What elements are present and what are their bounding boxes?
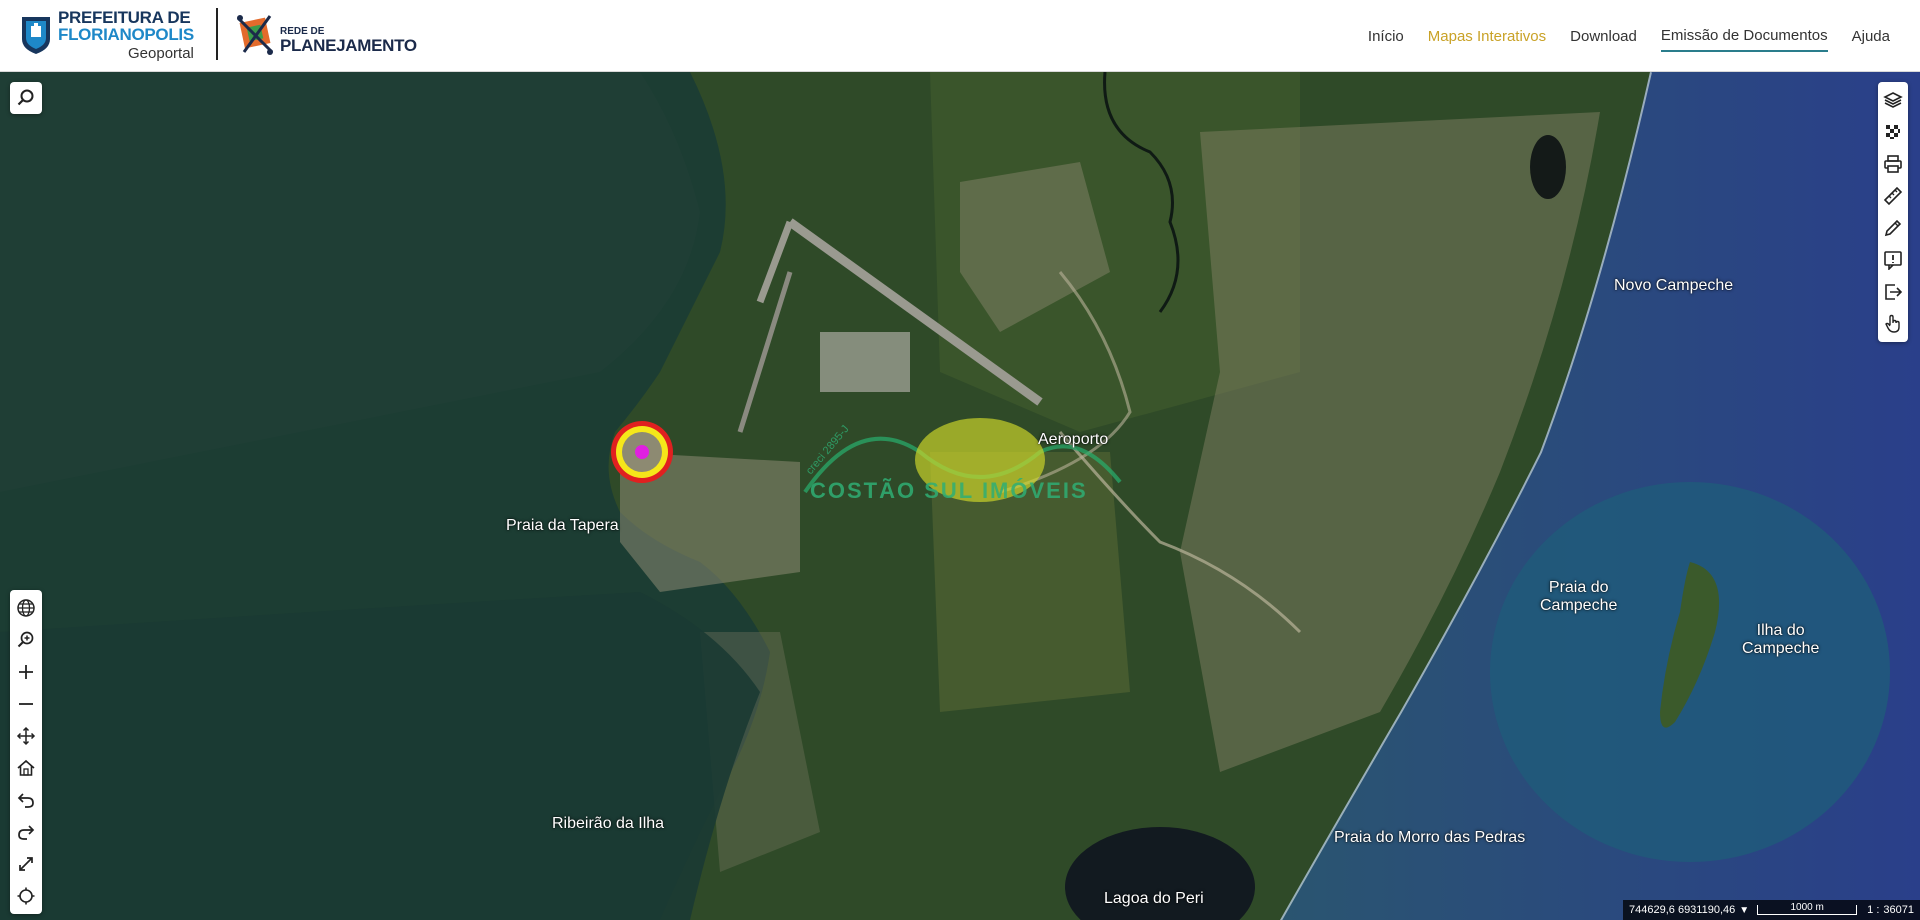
zoom-out-icon — [19, 703, 33, 705]
geoportal-subtitle: Geoportal — [128, 45, 194, 62]
report-button[interactable] — [1878, 244, 1908, 276]
export-button[interactable] — [1878, 276, 1908, 308]
marker-center — [635, 445, 649, 459]
logo-divider — [216, 8, 218, 60]
rotate-icon — [17, 887, 35, 905]
pencil-icon — [1884, 219, 1902, 237]
rede-title-line1: REDE DE — [280, 25, 325, 37]
identify-button[interactable] — [1878, 308, 1908, 340]
label-praia-tapera: Praia da Tapera — [506, 517, 619, 534]
undo-button[interactable] — [11, 784, 41, 816]
label-morro-pedras: Praia do Morro das Pedras — [1334, 829, 1526, 846]
fullscreen-icon — [19, 857, 33, 871]
main-nav: Início Mapas Interativos Download Emissã… — [1344, 0, 1890, 72]
redo-icon — [18, 825, 35, 840]
label-ilha-campeche: Ilha do Campeche — [1742, 622, 1819, 659]
print-button[interactable] — [1878, 148, 1908, 180]
left-toolbar — [10, 590, 42, 914]
rede-logo-icon — [236, 15, 274, 55]
label-ilha-campeche-line1: Ilha do — [1756, 622, 1805, 639]
label-praia-campeche: Praia do Campeche — [1540, 579, 1617, 616]
label-praia-campeche-line2: Campeche — [1540, 597, 1618, 615]
home-button[interactable] — [11, 752, 41, 784]
pan-icon — [16, 726, 36, 746]
map-status-bar: 744629,6 6931190,46 ▼ 1000 m 1 : 36071 — [1623, 900, 1920, 920]
zoom-area-button[interactable] — [11, 624, 41, 656]
rotate-button[interactable] — [11, 880, 41, 912]
rede-title-line2: PLANEJAMENTO — [280, 35, 417, 55]
header-bar: PREFEITURA DE FLORIANOPOLIS Geoportal RE… — [0, 0, 1920, 72]
print-icon — [1884, 155, 1902, 173]
full-extent-button[interactable] — [11, 592, 41, 624]
nav-download[interactable]: Download — [1570, 22, 1637, 51]
coordinates-readout: 744629,6 6931190,46 — [1629, 904, 1736, 916]
nav-mapas-interativos[interactable]: Mapas Interativos — [1428, 22, 1546, 51]
info-report-icon — [1884, 251, 1902, 270]
ruler-icon — [1883, 186, 1903, 206]
hand-pointer-icon — [1885, 314, 1900, 333]
draw-button[interactable] — [1878, 212, 1908, 244]
layers-button[interactable] — [1878, 84, 1908, 116]
measure-button[interactable] — [1878, 180, 1908, 212]
export-icon — [1885, 284, 1903, 300]
map-canvas[interactable]: COSTÃO SUL IMÓVEIS creci 2895-J Novo Cam… — [0, 72, 1920, 920]
redo-button[interactable] — [11, 816, 41, 848]
label-ilha-campeche-line2: Campeche — [1742, 640, 1820, 658]
scale-bar: 1000 m — [1757, 902, 1858, 915]
label-aeroporto: Aeroporto — [1038, 431, 1109, 448]
search-icon — [17, 89, 34, 106]
prefeitura-logo[interactable]: PREFEITURA DE FLORIANOPOLIS Geoportal — [20, 8, 194, 62]
label-lagoa-peri: Lagoa do Peri — [1104, 890, 1204, 907]
prefeitura-title-line2: FLORIANOPOLIS — [58, 25, 194, 44]
transparency-button[interactable] — [1878, 116, 1908, 148]
label-praia-campeche-line1: Praia do — [1548, 579, 1609, 596]
zoom-out-button[interactable] — [11, 688, 41, 720]
nav-ajuda[interactable]: Ajuda — [1852, 22, 1890, 51]
label-ribeirao: Ribeirão da Ilha — [552, 815, 665, 832]
chevron-down-icon[interactable]: ▼ — [1739, 905, 1757, 916]
label-novo-campeche: Novo Campeche — [1614, 277, 1734, 294]
fullscreen-button[interactable] — [11, 848, 41, 880]
scale-bar-label: 1000 m — [1790, 902, 1824, 913]
globe-icon — [17, 599, 35, 617]
city-shield-icon — [22, 17, 50, 54]
map-search-button[interactable] — [10, 82, 42, 114]
right-toolbar — [1878, 82, 1908, 342]
zoom-in-button[interactable] — [11, 656, 41, 688]
watermark-text: COSTÃO SUL IMÓVEIS — [810, 478, 1088, 503]
zoom-area-icon — [17, 631, 34, 648]
nav-emissao-documentos[interactable]: Emissão de Documentos — [1660, 21, 1828, 52]
pan-button[interactable] — [11, 720, 41, 752]
prefeitura-title-line1: PREFEITURA DE — [58, 8, 191, 27]
undo-icon — [17, 793, 34, 808]
checkerboard-icon — [1886, 125, 1900, 139]
scale-value-input[interactable]: 36071 — [1883, 904, 1920, 916]
rede-planejamento-logo[interactable]: REDE DE PLANEJAMENTO — [234, 10, 417, 60]
scale-prefix: 1 : — [1867, 904, 1880, 916]
layers-icon — [1883, 92, 1903, 108]
nav-inicio[interactable]: Início — [1368, 22, 1404, 51]
zoom-in-icon — [19, 665, 33, 679]
home-icon — [17, 759, 35, 776]
